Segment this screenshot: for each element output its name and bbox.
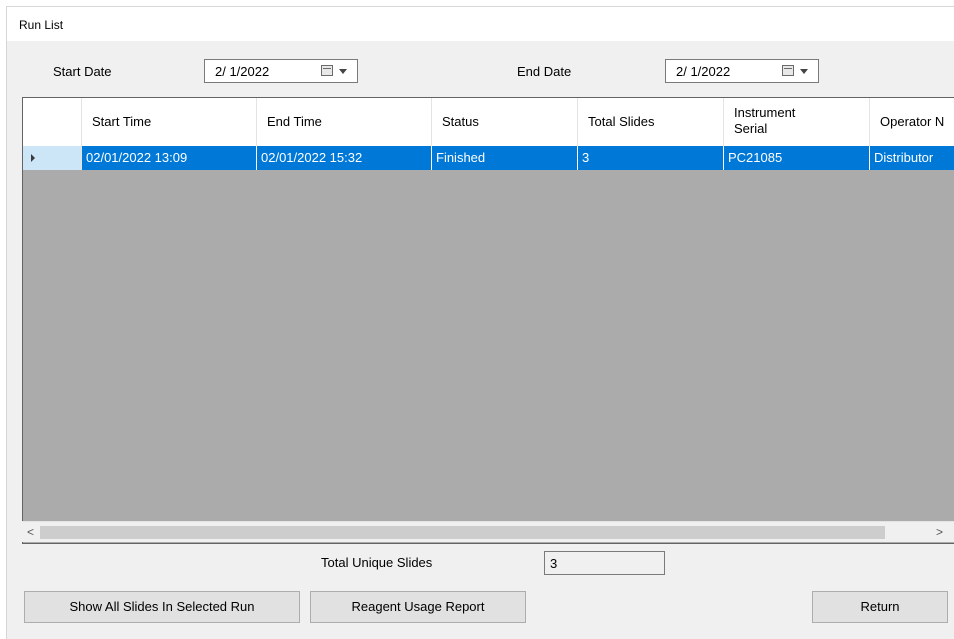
- column-header-end-time[interactable]: End Time: [257, 98, 432, 146]
- cell-status[interactable]: Finished: [432, 146, 578, 170]
- reagent-usage-report-button[interactable]: Reagent Usage Report: [310, 591, 526, 623]
- current-row-arrow-icon: [31, 154, 35, 162]
- horizontal-scrollbar[interactable]: < >: [22, 521, 954, 542]
- row-header-corner: [23, 98, 82, 146]
- total-unique-slides-field: 3: [544, 551, 665, 575]
- start-date-picker[interactable]: 2/ 1/2022: [204, 59, 358, 83]
- column-header-start-time[interactable]: Start Time: [82, 98, 257, 146]
- cell-operator-name[interactable]: Distributor: [870, 146, 954, 170]
- column-header-instrument-serial[interactable]: Instrument Serial: [724, 98, 870, 146]
- cell-total-slides[interactable]: 3: [578, 146, 724, 170]
- end-date-picker[interactable]: 2/ 1/2022: [665, 59, 819, 83]
- row-selector[interactable]: [23, 146, 82, 170]
- table-row[interactable]: 02/01/2022 13:09 02/01/2022 15:32 Finish…: [23, 146, 954, 170]
- window-title: Run List: [19, 18, 64, 32]
- cell-instrument-serial[interactable]: PC21085: [724, 146, 870, 170]
- cell-end-time[interactable]: 02/01/2022 15:32: [257, 146, 432, 170]
- scroll-left-icon[interactable]: <: [27, 525, 34, 539]
- scroll-right-icon[interactable]: >: [936, 525, 943, 539]
- total-unique-slides-label: Total Unique Slides: [321, 555, 433, 570]
- show-all-slides-button[interactable]: Show All Slides In Selected Run: [24, 591, 300, 623]
- scrollbar-thumb[interactable]: [40, 526, 885, 539]
- title-bar: Run List: [6, 6, 954, 41]
- start-date-label: Start Date: [53, 64, 112, 79]
- column-header-total-slides[interactable]: Total Slides: [578, 98, 724, 146]
- dropdown-arrow-icon[interactable]: [339, 69, 347, 74]
- cell-start-time[interactable]: 02/01/2022 13:09: [82, 146, 257, 170]
- run-list-grid[interactable]: Start Time End Time Status Total Slides …: [22, 97, 954, 544]
- start-date-value: 2/ 1/2022: [215, 64, 270, 79]
- dropdown-arrow-icon[interactable]: [800, 69, 808, 74]
- column-header-status[interactable]: Status: [432, 98, 578, 146]
- column-header-operator-name[interactable]: Operator N: [870, 98, 954, 146]
- grid-header: Start Time End Time Status Total Slides …: [23, 98, 954, 147]
- end-date-label: End Date: [517, 64, 572, 79]
- return-button[interactable]: Return: [812, 591, 948, 623]
- calendar-icon[interactable]: [782, 65, 794, 76]
- calendar-icon[interactable]: [321, 65, 333, 76]
- end-date-value: 2/ 1/2022: [676, 64, 731, 79]
